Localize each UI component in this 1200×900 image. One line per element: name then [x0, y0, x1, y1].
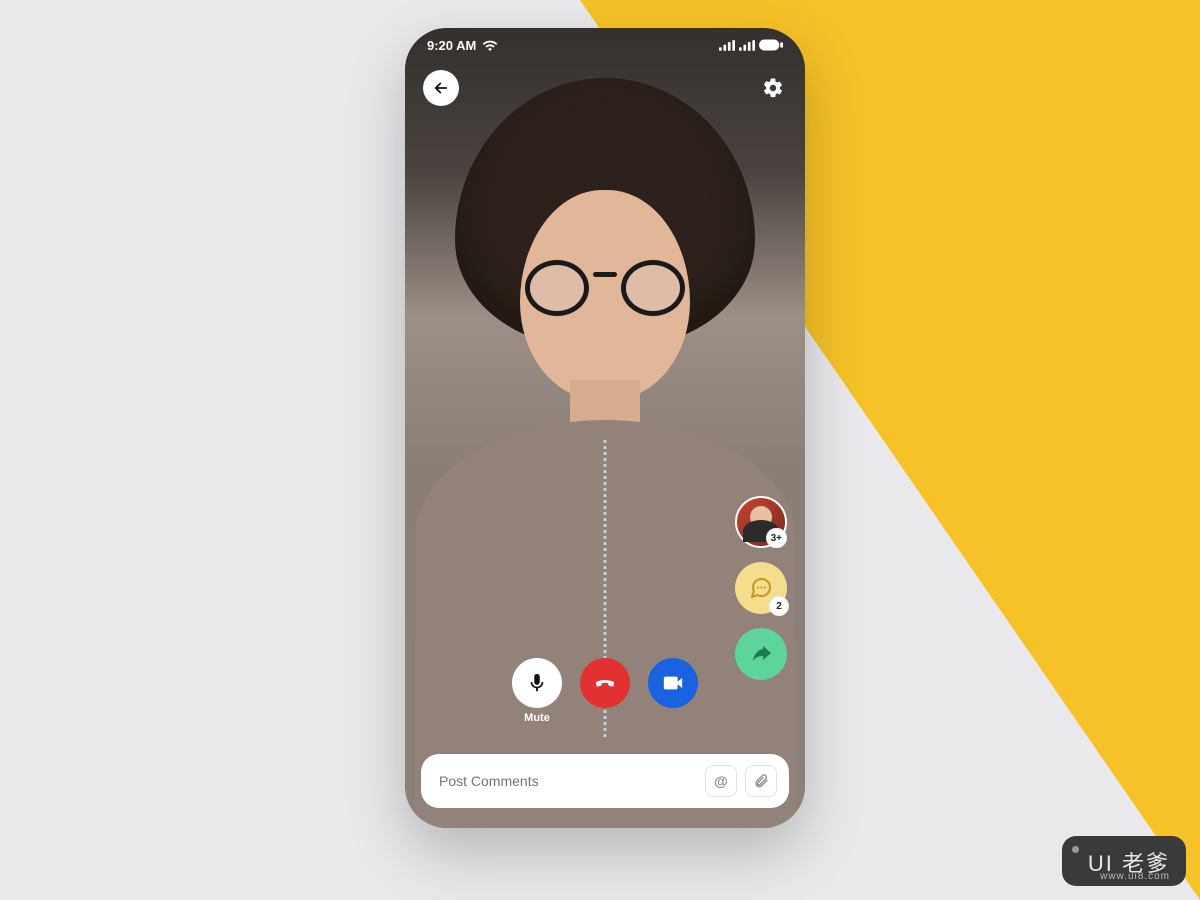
status-bar: 9:20 AM [405, 28, 805, 62]
comment-bar: @ [421, 754, 789, 808]
end-call-button[interactable] [580, 658, 630, 708]
settings-button[interactable] [759, 74, 787, 102]
participant-avatar[interactable]: 3+ [735, 496, 787, 548]
phone-frame: 9:20 AM [405, 28, 805, 828]
status-time: 9:20 AM [427, 38, 476, 53]
paperclip-icon [753, 773, 769, 789]
watermark: UI 老爹 www.ui8.com [1062, 836, 1186, 886]
gear-icon [762, 77, 784, 99]
signal-icon [719, 40, 735, 51]
mention-button[interactable]: @ [705, 765, 737, 797]
chat-button[interactable]: 2 [735, 562, 787, 614]
arrow-left-icon [432, 79, 450, 97]
microphone-icon [526, 672, 548, 694]
watermark-url: www.ui8.com [1100, 871, 1170, 882]
attachment-button[interactable] [745, 765, 777, 797]
mute-button[interactable] [512, 658, 562, 708]
battery-icon [759, 39, 783, 51]
comment-input[interactable] [439, 773, 697, 789]
video-icon [662, 672, 684, 694]
wifi-icon [482, 39, 498, 51]
signal-icon-2 [739, 40, 755, 51]
chat-icon [749, 576, 773, 600]
at-icon: @ [714, 773, 728, 789]
video-toggle-button[interactable] [648, 658, 698, 708]
mute-label: Mute [524, 712, 550, 724]
participants-count-badge: 3+ [766, 528, 787, 548]
chat-count-badge: 2 [769, 596, 789, 616]
phone-hangup-icon [593, 671, 617, 695]
back-button[interactable] [423, 70, 459, 106]
